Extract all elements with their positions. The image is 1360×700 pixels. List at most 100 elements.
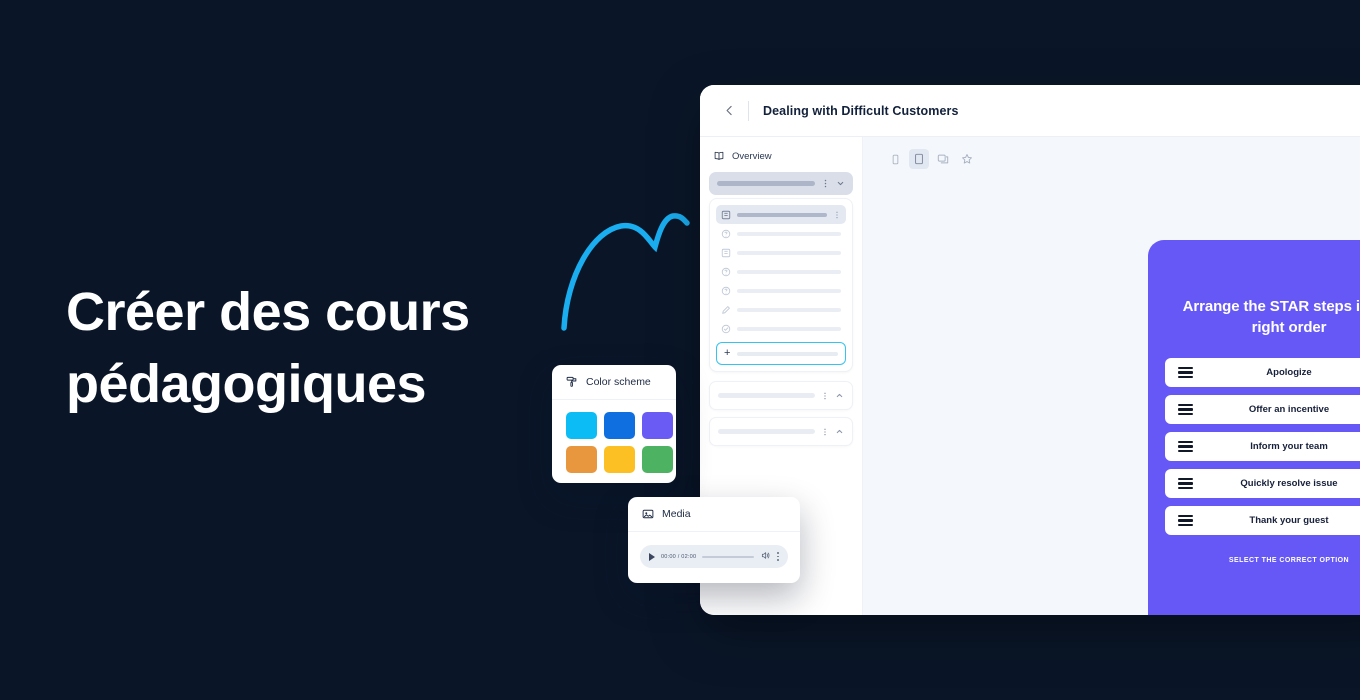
decorative-arrow-icon: [561, 213, 690, 331]
answer-option[interactable]: Offer an incentive: [1165, 395, 1360, 424]
sidebar-slide-row[interactable]: [716, 319, 846, 338]
tablet-icon: [915, 153, 923, 165]
color-swatch-purple[interactable]: [642, 412, 673, 439]
media-card: Media 00:00 / 02:00: [628, 497, 800, 583]
tablet-preview-button[interactable]: [909, 149, 929, 169]
question-icon: [721, 286, 731, 296]
drag-handle-icon[interactable]: [1178, 440, 1193, 453]
course-title: Dealing with Difficult Customers: [763, 103, 959, 118]
answer-option-label: Quickly resolve issue: [1240, 478, 1338, 489]
slide-title-placeholder: [737, 288, 841, 293]
header-divider: [748, 100, 749, 121]
preview-hint: SELECT THE CORRECT OPTION: [1228, 557, 1350, 564]
editor-canvas: 4 / 14 Arrange the STAR steps in the rig…: [863, 137, 1360, 615]
paint-roller-icon: [566, 376, 577, 387]
sidebar-slide-row[interactable]: [716, 243, 846, 262]
star-icon: [962, 154, 972, 164]
sidebar-section-title-placeholder: [717, 181, 815, 186]
drag-handle-icon[interactable]: [1178, 514, 1193, 527]
slide-icon: [721, 210, 731, 220]
chevron-up-icon[interactable]: [835, 391, 844, 400]
media-header: Media: [628, 497, 800, 532]
add-slide-placeholder: [737, 351, 838, 356]
answer-option[interactable]: Apologize: [1165, 358, 1360, 387]
color-swatch-sky-blue[interactable]: [566, 412, 597, 439]
drag-handle-icon[interactable]: [1178, 403, 1193, 416]
slide-title-placeholder: [737, 250, 841, 255]
color-scheme-title: Color scheme: [586, 376, 651, 388]
chevron-up-icon[interactable]: [835, 427, 844, 436]
answer-option[interactable]: Quickly resolve issue: [1165, 469, 1360, 498]
media-player: 00:00 / 02:00: [640, 545, 788, 568]
sidebar-collapsed-section[interactable]: [709, 381, 853, 410]
add-slide-button[interactable]: +: [716, 342, 846, 365]
color-swatch-amber[interactable]: [604, 446, 635, 473]
color-scheme-card: Color scheme: [552, 365, 676, 483]
desktop-icon: [937, 154, 949, 164]
check-circle-icon: [721, 324, 731, 334]
phone-preview-button[interactable]: [885, 149, 905, 169]
section-title-placeholder: [718, 429, 815, 434]
page-title: Créer des cours pédagogiques: [66, 276, 626, 420]
kebab-menu-icon[interactable]: [777, 552, 779, 561]
kebab-menu-icon[interactable]: [821, 392, 829, 400]
media-timestamp: 00:00 / 02:00: [661, 553, 697, 560]
color-scheme-header: Color scheme: [552, 365, 676, 400]
sidebar-item-overview[interactable]: Overview: [709, 147, 853, 172]
answer-option-label: Thank your guest: [1249, 515, 1329, 526]
question-icon: [721, 267, 731, 277]
color-swatch-blue[interactable]: [604, 412, 635, 439]
sidebar-slide-row[interactable]: [716, 262, 846, 281]
answer-option[interactable]: Thank your guest: [1165, 506, 1360, 535]
answer-option-label: Apologize: [1266, 367, 1312, 378]
sidebar-section-header[interactable]: [709, 172, 853, 195]
media-title: Media: [662, 508, 691, 520]
kebab-menu-icon[interactable]: [821, 428, 829, 436]
answer-option[interactable]: Inform your team: [1165, 432, 1360, 461]
drag-handle-icon[interactable]: [1178, 366, 1193, 379]
sidebar-slide-row[interactable]: [716, 205, 846, 224]
chevron-down-icon[interactable]: [836, 179, 845, 188]
sidebar-slide-row[interactable]: [716, 224, 846, 243]
play-icon[interactable]: [649, 552, 655, 561]
media-image-icon: [642, 509, 654, 519]
slide-preview: 4 / 14 Arrange the STAR steps in the rig…: [1148, 240, 1360, 615]
slide-title-placeholder: [737, 269, 841, 274]
book-open-icon: [714, 151, 724, 160]
question-icon: [721, 229, 731, 239]
slide-title-placeholder: [737, 326, 841, 331]
slide-title-placeholder: [737, 212, 827, 217]
slide-icon: [721, 248, 731, 258]
color-swatch-orange[interactable]: [566, 446, 597, 473]
answer-option-label: Inform your team: [1250, 441, 1328, 452]
headline-line-1: Créer des cours: [66, 282, 470, 342]
desktop-preview-button[interactable]: [933, 149, 953, 169]
pencil-icon: [721, 305, 731, 315]
progress-bar[interactable]: [702, 555, 755, 558]
volume-icon[interactable]: [760, 548, 771, 566]
answer-options-list: Apologize Offer an incentive Inform your…: [1165, 358, 1360, 535]
drag-handle-icon[interactable]: [1178, 477, 1193, 490]
sidebar-slide-row[interactable]: [716, 300, 846, 319]
slide-title-placeholder: [737, 231, 841, 236]
page-root: Créer des cours pédagogiques Dealing wit…: [0, 0, 1360, 700]
sidebar-slide-list: +: [709, 198, 853, 372]
kebab-menu-icon[interactable]: [833, 211, 841, 219]
kebab-menu-icon[interactable]: [821, 179, 830, 188]
arrow-left-icon: [725, 105, 732, 116]
question-title: Arrange the STAR steps in the right orde…: [1182, 298, 1360, 336]
plus-icon: +: [724, 347, 731, 359]
favorite-button[interactable]: [957, 149, 977, 169]
slide-title-placeholder: [737, 307, 841, 312]
answer-option-label: Offer an incentive: [1248, 404, 1330, 415]
sidebar-slide-row[interactable]: [716, 281, 846, 300]
device-preview-toolbar: [863, 137, 1360, 169]
back-button[interactable]: [718, 100, 740, 122]
headline-line-2: pédagogiques: [66, 354, 427, 414]
section-title-placeholder: [718, 393, 815, 398]
color-swatch-green[interactable]: [642, 446, 673, 473]
app-header: Dealing with Difficult Customers: [700, 85, 1360, 137]
phone-icon: [892, 154, 898, 164]
sidebar-collapsed-section[interactable]: [709, 417, 853, 446]
sidebar-overview-label: Overview: [732, 150, 772, 162]
